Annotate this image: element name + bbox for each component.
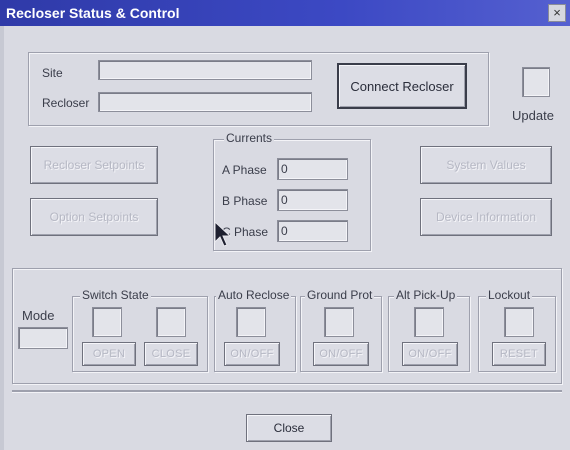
- auto-reclose-title: Auto Reclose: [216, 288, 292, 302]
- alt-pickup-onoff-button[interactable]: ON/OFF: [402, 342, 458, 366]
- system-values-button[interactable]: System Values: [420, 146, 552, 184]
- phase-label: A Phase: [222, 163, 267, 177]
- update-label: Update: [512, 108, 554, 123]
- phase-label: B Phase: [222, 194, 268, 208]
- open-button[interactable]: OPEN: [82, 342, 136, 366]
- ground-prot-title: Ground Prot: [305, 288, 375, 302]
- footer-divider: [12, 390, 562, 392]
- currents-title: Currents: [224, 131, 275, 145]
- mode-label: Mode: [22, 308, 55, 323]
- close-indicator: [156, 307, 186, 337]
- site-field[interactable]: [98, 60, 312, 80]
- mouse-cursor-icon: [214, 220, 232, 247]
- title-bar: Recloser Status & Control: [0, 0, 570, 26]
- device-information-button[interactable]: Device Information: [420, 198, 552, 236]
- connect-recloser-button[interactable]: Connect Recloser: [337, 63, 467, 109]
- close-switch-button[interactable]: CLOSE: [144, 342, 198, 366]
- site-label: Site: [42, 66, 63, 80]
- option-setpoints-button[interactable]: Option Setpoints: [30, 198, 158, 236]
- auto-reclose-indicator: [236, 307, 266, 337]
- close-button[interactable]: Close: [246, 414, 332, 442]
- window-title: Recloser Status & Control: [6, 5, 180, 21]
- reset-button[interactable]: RESET: [492, 342, 546, 366]
- open-indicator: [92, 307, 122, 337]
- alt-pickup-title: Alt Pick-Up: [394, 288, 458, 302]
- mode-field: [18, 327, 68, 349]
- phase-value-field: 0: [277, 189, 348, 211]
- window-close-icon[interactable]: ×: [548, 4, 566, 22]
- phase-value-field: 0: [277, 220, 348, 242]
- ground-prot-indicator: [324, 307, 354, 337]
- switch-state-title: Switch State: [80, 288, 151, 302]
- lockout-indicator: [504, 307, 534, 337]
- update-indicator: [522, 67, 550, 97]
- phase-value-field: 0: [277, 158, 348, 180]
- ground-prot-onoff-button[interactable]: ON/OFF: [313, 342, 369, 366]
- lockout-title: Lockout: [486, 288, 533, 302]
- auto-reclose-onoff-button[interactable]: ON/OFF: [224, 342, 280, 366]
- recloser-label: Recloser: [42, 96, 90, 110]
- recloser-setpoints-button[interactable]: Recloser Setpoints: [30, 146, 158, 184]
- recloser-field[interactable]: [98, 92, 312, 112]
- alt-pickup-indicator: [414, 307, 444, 337]
